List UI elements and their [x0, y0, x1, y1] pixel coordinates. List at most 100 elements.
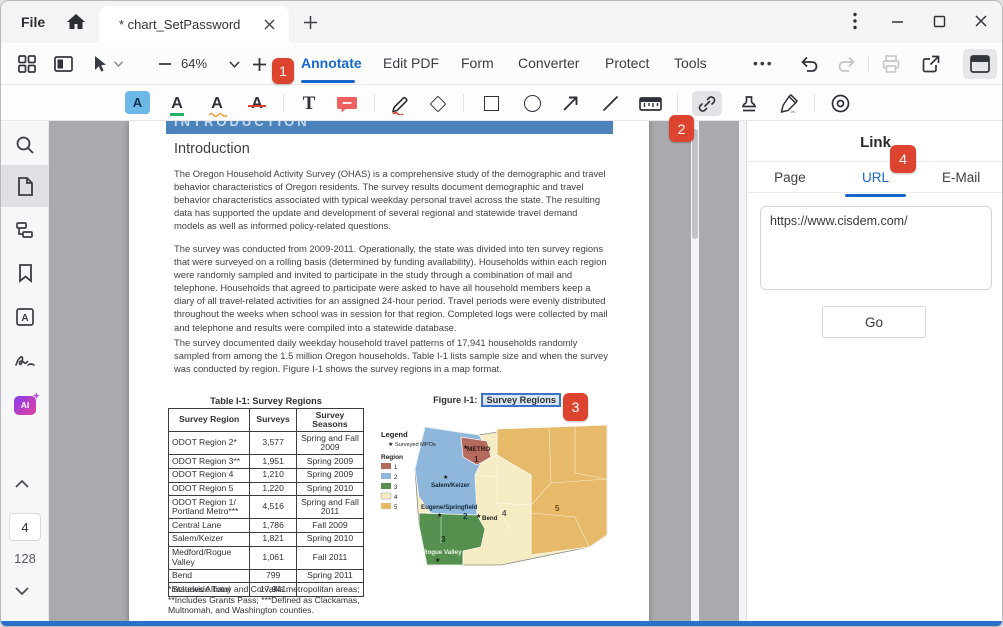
- redact-eye-icon[interactable]: [827, 91, 853, 116]
- file-menu[interactable]: File: [21, 14, 45, 30]
- svg-text:4: 4: [502, 509, 507, 518]
- menu-annotate[interactable]: Annotate: [301, 55, 362, 71]
- tab-page[interactable]: Page: [747, 165, 833, 190]
- document-viewport[interactable]: INTRODUCTION Introduction The Oregon Hou…: [49, 121, 739, 623]
- underline-tool-icon[interactable]: A: [164, 91, 190, 116]
- previous-page-icon[interactable]: [14, 479, 36, 495]
- rectangle-tool-icon[interactable]: [478, 91, 504, 116]
- annotations-list-icon[interactable]: A: [13, 305, 37, 329]
- doc-heading: Introduction: [174, 141, 250, 157]
- step-badge-4: 4: [890, 145, 916, 173]
- home-icon[interactable]: [65, 11, 89, 35]
- eraser-tool-icon[interactable]: [425, 91, 451, 116]
- svg-text:1: 1: [394, 465, 398, 471]
- menu-protect[interactable]: Protect: [605, 55, 649, 71]
- search-icon[interactable]: [13, 133, 37, 157]
- main-toolbar: 64% Annotate Edit PDF Form Converter Pro…: [1, 43, 1002, 85]
- line-tool-icon[interactable]: [597, 91, 623, 116]
- table-cell: ODOT Region 1/ Portland Metro***: [169, 496, 250, 519]
- anno-separator: [677, 94, 678, 112]
- svg-text:1: 1: [474, 455, 479, 464]
- highlight-tool-icon[interactable]: A: [125, 91, 150, 114]
- tab-close-icon[interactable]: [259, 15, 279, 35]
- redo-icon[interactable]: [835, 52, 859, 76]
- zoom-in-icon[interactable]: [247, 52, 271, 76]
- doc-paragraph-3: The survey documented daily weekday hous…: [174, 336, 610, 375]
- export-share-icon[interactable]: [919, 52, 943, 76]
- document-scrollbar[interactable]: [691, 121, 699, 623]
- current-page-input[interactable]: 4: [9, 513, 41, 541]
- print-icon[interactable]: [879, 52, 903, 76]
- close-button[interactable]: [966, 7, 996, 35]
- menu-form[interactable]: Form: [461, 55, 494, 71]
- go-button[interactable]: Go: [822, 306, 926, 338]
- zoom-level[interactable]: 64%: [181, 56, 207, 71]
- scrollbar-thumb[interactable]: [692, 129, 698, 239]
- cursor-dropdown-icon[interactable]: [111, 52, 125, 76]
- ellipse-tool-icon[interactable]: [519, 91, 545, 116]
- ai-assistant-icon[interactable]: AI✦: [13, 393, 37, 417]
- th-seasons: Survey Seasons: [296, 409, 363, 432]
- more-menus-icon[interactable]: •••: [753, 55, 774, 71]
- bookmark-icon[interactable]: [13, 261, 37, 285]
- figure-link-annotation[interactable]: Survey Regions: [481, 393, 560, 407]
- svg-text:★: ★: [437, 512, 442, 519]
- map-legend-mpos: Surveyed MPOs: [395, 442, 436, 448]
- split-view-icon[interactable]: [51, 52, 75, 76]
- tab-title: * chart_SetPassword: [119, 17, 259, 32]
- menu-tools[interactable]: Tools: [674, 55, 707, 71]
- new-tab-icon[interactable]: [299, 11, 321, 33]
- select-cursor-icon[interactable]: [87, 52, 111, 76]
- svg-text:★: ★: [443, 474, 448, 481]
- strikethrough-tool-icon[interactable]: A: [244, 91, 270, 116]
- map-label-metro: METRO: [467, 446, 490, 453]
- squiggly-underline-tool-icon[interactable]: A: [204, 91, 230, 116]
- properties-panel-toggle[interactable]: [963, 49, 997, 79]
- thumbnails-grid-icon[interactable]: [15, 52, 39, 76]
- map-label-bend: Bend: [482, 515, 498, 522]
- table-cell: 1,210: [250, 468, 297, 482]
- next-page-icon[interactable]: [14, 586, 36, 602]
- th-region: Survey Region: [169, 409, 250, 432]
- pencil-tool-icon[interactable]: [387, 91, 413, 116]
- measure-tool-icon[interactable]: [637, 91, 663, 116]
- link-tool-icon[interactable]: [692, 91, 722, 116]
- maximize-button[interactable]: [924, 7, 954, 35]
- document-tab[interactable]: * chart_SetPassword: [99, 6, 289, 43]
- pdf-editor-window: File * chart_SetPassword: [0, 0, 1003, 627]
- link-type-tabs: Page URL E-Mail: [747, 165, 1003, 190]
- kebab-menu-icon[interactable]: [840, 7, 870, 35]
- table-footnote: *Includes Albany and Corvallis metropoli…: [168, 584, 372, 616]
- table-cell: Fall 2009: [296, 519, 363, 533]
- undo-icon[interactable]: [797, 52, 821, 76]
- tab-email[interactable]: E-Mail: [918, 165, 1003, 190]
- arrow-tool-icon[interactable]: [557, 91, 583, 116]
- step-badge-3: 3: [563, 393, 588, 421]
- minimize-button[interactable]: [882, 7, 912, 35]
- table-row: ODOT Region 3**1,951Spring 2009: [169, 455, 364, 469]
- page-thumbnails-icon[interactable]: [13, 174, 37, 198]
- table-cell: 1,786: [250, 519, 297, 533]
- url-input[interactable]: [760, 206, 992, 290]
- zoom-dropdown-icon[interactable]: [222, 52, 246, 76]
- comment-tool-icon[interactable]: [334, 91, 360, 116]
- section-banner: INTRODUCTION: [166, 121, 613, 134]
- panel-divider: [747, 161, 1003, 162]
- text-tool-icon[interactable]: T: [296, 91, 322, 116]
- table-row: Central Lane1,786Fall 2009: [169, 519, 364, 533]
- outline-icon[interactable]: [13, 218, 37, 242]
- stamp-tool-icon[interactable]: [736, 91, 762, 116]
- signature-tool-icon[interactable]: [775, 91, 801, 116]
- zoom-out-icon[interactable]: [153, 52, 177, 76]
- table-row: Salem/Keizer1,821Spring 2010: [169, 532, 364, 546]
- menu-converter[interactable]: Converter: [518, 55, 579, 71]
- signatures-panel-icon[interactable]: [13, 349, 37, 373]
- menu-edit-pdf[interactable]: Edit PDF: [383, 55, 439, 71]
- svg-text:3: 3: [394, 485, 398, 491]
- svg-text:★: ★: [463, 444, 468, 451]
- svg-text:2: 2: [463, 512, 468, 521]
- table-cell: ODOT Region 2*: [169, 432, 250, 455]
- annotation-toolbar: A A A A T: [1, 85, 1002, 121]
- table-row: Bend799Spring 2011: [169, 569, 364, 583]
- link-panel-title: Link: [747, 134, 1003, 151]
